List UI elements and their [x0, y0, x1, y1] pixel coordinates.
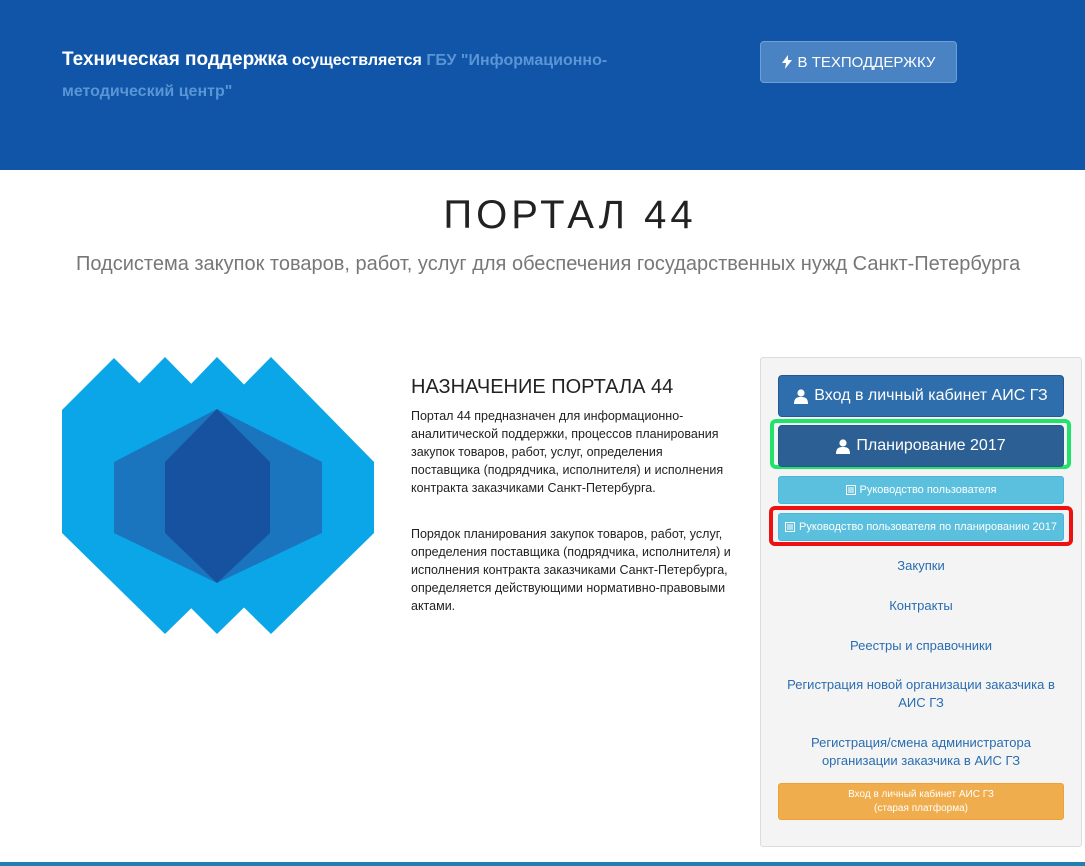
user-guide-button[interactable]: Руководство пользователя	[778, 476, 1064, 504]
support-mid-text: осуществляется	[287, 52, 427, 69]
footer-divider	[0, 862, 1085, 866]
document-icon	[785, 522, 796, 532]
login-button[interactable]: Вход в личный кабинет АИС ГЗ	[778, 375, 1064, 417]
page-subtitle: Подсистема закупок товаров, работ, услуг…	[76, 253, 1021, 275]
about-heading: НАЗНАЧЕНИЕ ПОРТАЛА 44	[411, 376, 674, 398]
old-login-line2: (старая платформа)	[874, 803, 968, 814]
link-register-organization[interactable]: Регистрация новой организации заказчика …	[778, 676, 1064, 712]
support-button-label: В ТЕХПОДДЕРЖКУ	[797, 53, 936, 71]
planning-button-label: Планирование 2017	[856, 437, 1006, 454]
link-register-admin[interactable]: Регистрация/смена администратора организ…	[778, 734, 1064, 770]
old-platform-login-button[interactable]: Вход в личный кабинет АИС ГЗ (старая пла…	[778, 783, 1064, 820]
support-notice: Техническая поддержка осуществляется ГБУ…	[62, 44, 702, 107]
portal-logo	[62, 357, 374, 635]
bolt-icon	[781, 55, 792, 69]
user-icon	[836, 438, 851, 454]
header-bar: Техническая поддержка осуществляется ГБУ…	[0, 0, 1085, 170]
about-paragraph: Порядок планирования закупок товаров, ра…	[411, 527, 731, 613]
link-contracts[interactable]: Контракты	[778, 597, 1064, 615]
user-guide-label: Руководство пользователя	[859, 484, 997, 496]
link-registers[interactable]: Реестры и справочники	[778, 637, 1064, 655]
planning-guide-button[interactable]: Руководство пользователя по планированию…	[778, 513, 1064, 541]
page-title: ПОРТАЛ 44	[443, 193, 697, 237]
support-lead-text: Техническая поддержка	[62, 49, 288, 70]
planning-guide-label: Руководство пользователя по планированию…	[799, 521, 1057, 533]
link-purchases[interactable]: Закупки	[778, 557, 1064, 575]
old-login-line1: Вход в личный кабинет АИС ГЗ	[848, 789, 994, 800]
user-icon	[794, 388, 809, 404]
document-icon	[845, 485, 856, 495]
login-button-label: Вход в личный кабинет АИС ГЗ	[814, 387, 1048, 404]
support-button[interactable]: В ТЕХПОДДЕРЖКУ	[760, 41, 957, 83]
planning-button[interactable]: Планирование 2017	[778, 425, 1064, 467]
about-paragraph: Портал 44 предназначен для информационно…	[411, 409, 724, 495]
